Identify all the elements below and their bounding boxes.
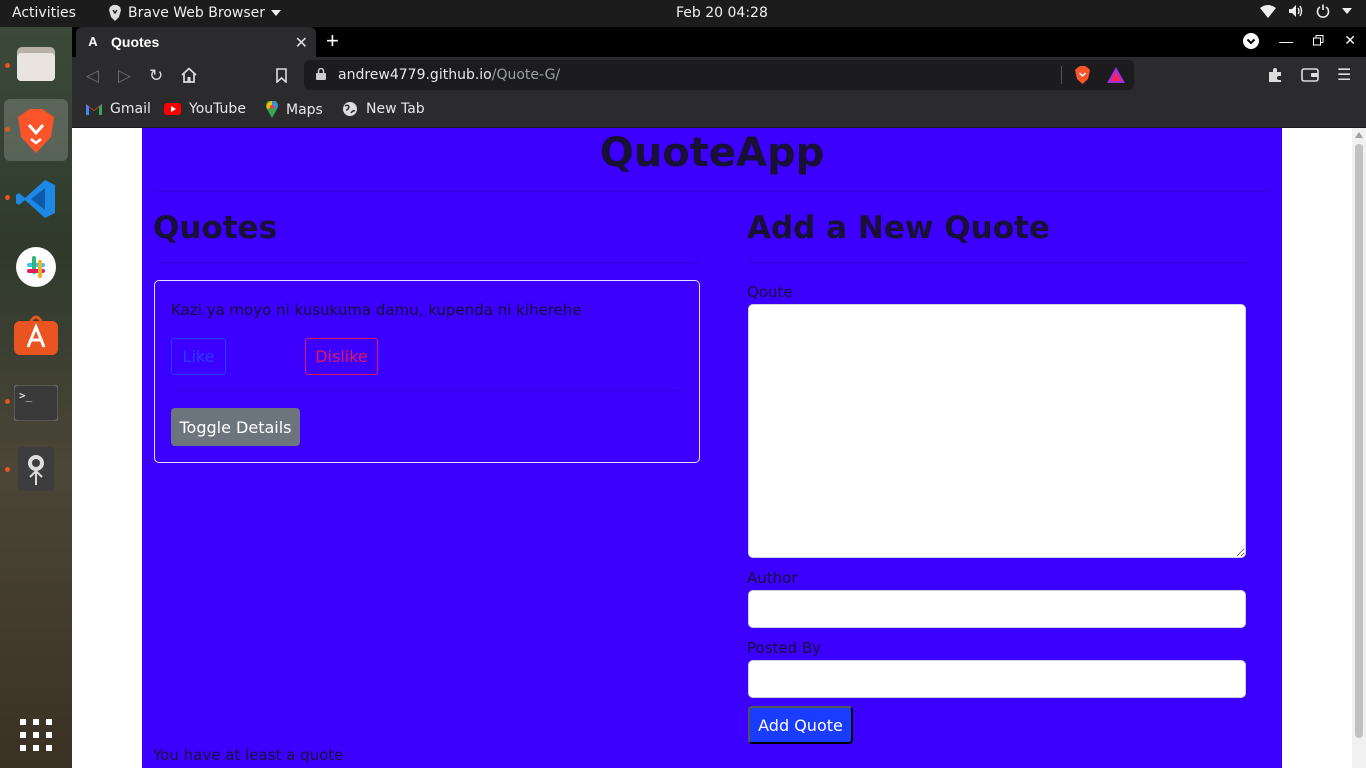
chevron-down-icon bbox=[271, 10, 281, 16]
toggle-details-button[interactable]: Toggle Details bbox=[171, 408, 300, 446]
bookmark-maps[interactable]: Maps bbox=[266, 101, 323, 118]
webcam-icon[interactable] bbox=[14, 447, 58, 491]
bookmark-label: Maps bbox=[286, 101, 323, 118]
tab-strip: A Quotes ✕ + — ✕ bbox=[72, 27, 1366, 57]
app-menu[interactable]: Brave Web Browser bbox=[108, 5, 281, 21]
app-grid-icon[interactable] bbox=[14, 713, 58, 757]
wifi-icon bbox=[1260, 4, 1276, 18]
page-scrollbar[interactable] bbox=[1352, 128, 1366, 768]
activities-button[interactable]: Activities bbox=[12, 5, 76, 21]
software-center-icon[interactable] bbox=[14, 313, 58, 357]
brave-rewards-icon[interactable] bbox=[1107, 67, 1125, 83]
vscode-icon[interactable] bbox=[14, 177, 58, 221]
quote-field-label: Qoute bbox=[747, 283, 793, 301]
quote-app: QuoteApp Quotes Add a New Quote Kazi ya … bbox=[142, 128, 1282, 768]
add-quote-divider bbox=[748, 262, 1248, 263]
scroll-up-icon[interactable] bbox=[1355, 132, 1363, 138]
bookmark-label: New Tab bbox=[366, 101, 425, 117]
card-divider bbox=[169, 390, 685, 391]
clock[interactable]: Feb 20 04:28 bbox=[676, 5, 768, 21]
address-bar[interactable]: andrew4779.github.io/Quote-G/ bbox=[304, 60, 1134, 90]
bookmark-icon[interactable] bbox=[276, 68, 287, 83]
add-quote-button[interactable]: Add Quote bbox=[748, 706, 853, 744]
svg-text:>_: >_ bbox=[19, 389, 33, 402]
like-button[interactable]: Like bbox=[171, 338, 226, 375]
author-input[interactable] bbox=[748, 590, 1246, 628]
tab-quotes[interactable]: A Quotes ✕ bbox=[76, 27, 316, 57]
brave-small-icon bbox=[109, 5, 121, 21]
new-tab-button[interactable]: + bbox=[326, 30, 339, 52]
running-indicator bbox=[5, 467, 10, 472]
bookmark-label: YouTube bbox=[189, 101, 246, 117]
brave-shields-icon[interactable] bbox=[1074, 66, 1091, 84]
running-indicator bbox=[5, 399, 10, 404]
posted-by-input[interactable] bbox=[748, 660, 1246, 698]
brave-icon[interactable] bbox=[14, 109, 58, 153]
youtube-icon bbox=[164, 103, 181, 115]
quotes-divider bbox=[154, 262, 700, 263]
running-indicator bbox=[5, 127, 10, 132]
window-controls: — ✕ bbox=[1243, 32, 1356, 49]
url-path: /Quote-G/ bbox=[491, 67, 561, 83]
system-menu[interactable] bbox=[1260, 4, 1352, 18]
title-divider bbox=[154, 191, 1270, 192]
home-icon[interactable] bbox=[181, 67, 197, 83]
dock: >_ bbox=[0, 27, 72, 768]
author-field-label: Author bbox=[747, 569, 798, 587]
page-title: QuoteApp bbox=[599, 130, 825, 176]
close-window-icon[interactable]: ✕ bbox=[1344, 32, 1356, 49]
tab-title: Quotes bbox=[111, 34, 160, 50]
bookmark-gmail[interactable]: Gmail bbox=[86, 101, 151, 117]
bookmark-youtube[interactable]: YouTube bbox=[164, 101, 246, 117]
page-viewport: QuoteApp Quotes Add a New Quote Kazi ya … bbox=[72, 128, 1366, 768]
power-icon bbox=[1316, 4, 1330, 18]
forward-icon[interactable]: ▷ bbox=[118, 66, 131, 86]
running-indicator bbox=[5, 195, 10, 200]
restore-icon[interactable] bbox=[1313, 35, 1324, 46]
browser-window: A Quotes ✕ + — ✕ ◁ ▷ ↻ andrew4779.github… bbox=[72, 27, 1366, 768]
scrollbar-thumb[interactable] bbox=[1355, 144, 1363, 738]
add-quote-heading: Add a New Quote bbox=[747, 210, 1050, 246]
reload-icon[interactable]: ↻ bbox=[149, 66, 163, 86]
minimize-icon[interactable]: — bbox=[1279, 33, 1293, 49]
bookmarks-bar: Gmail YouTube Maps New Tab bbox=[72, 95, 1366, 128]
quote-textarea[interactable] bbox=[748, 304, 1246, 558]
angular-favicon-icon: A bbox=[88, 34, 98, 49]
extensions-icon[interactable] bbox=[1267, 67, 1283, 83]
app-menu-label: Brave Web Browser bbox=[128, 5, 265, 21]
close-tab-icon[interactable]: ✕ bbox=[295, 33, 308, 53]
system-top-bar: Activities Brave Web Browser Feb 20 04:2… bbox=[0, 0, 1366, 27]
volume-icon bbox=[1289, 5, 1303, 17]
posted-by-field-label: Posted By bbox=[747, 639, 822, 657]
slack-icon[interactable] bbox=[14, 245, 58, 289]
url-separator bbox=[1061, 66, 1062, 84]
gmail-icon bbox=[86, 104, 102, 115]
globe-icon bbox=[343, 102, 357, 116]
files-icon[interactable] bbox=[14, 42, 58, 86]
quotes-heading: Quotes bbox=[153, 210, 278, 246]
wallet-icon[interactable] bbox=[1301, 68, 1319, 82]
tab-search-icon[interactable] bbox=[1243, 32, 1260, 49]
browser-toolbar: ◁ ▷ ↻ andrew4779.github.io/Quote-G/ ☰ bbox=[72, 57, 1366, 95]
quote-text: Kazi ya moyo ni kusukuma damu, kupenda n… bbox=[171, 301, 582, 319]
url-text: andrew4779.github.io/Quote-G/ bbox=[338, 67, 560, 83]
url-host: andrew4779.github.io bbox=[338, 67, 492, 83]
menu-icon[interactable]: ☰ bbox=[1337, 65, 1351, 85]
running-indicator bbox=[5, 63, 10, 68]
maps-pin-icon bbox=[266, 101, 278, 118]
bookmark-label: Gmail bbox=[110, 101, 151, 117]
lock-icon bbox=[316, 68, 326, 80]
quote-card: Kazi ya moyo ni kusukuma damu, kupenda n… bbox=[154, 280, 700, 463]
terminal-icon[interactable]: >_ bbox=[14, 381, 58, 425]
quote-count-text: You have at least a quote bbox=[153, 746, 344, 764]
dislike-button[interactable]: Dislike bbox=[305, 338, 378, 375]
chevron-down-icon bbox=[1342, 8, 1352, 14]
back-icon[interactable]: ◁ bbox=[86, 66, 99, 86]
bookmark-new-tab[interactable]: New Tab bbox=[342, 101, 425, 117]
